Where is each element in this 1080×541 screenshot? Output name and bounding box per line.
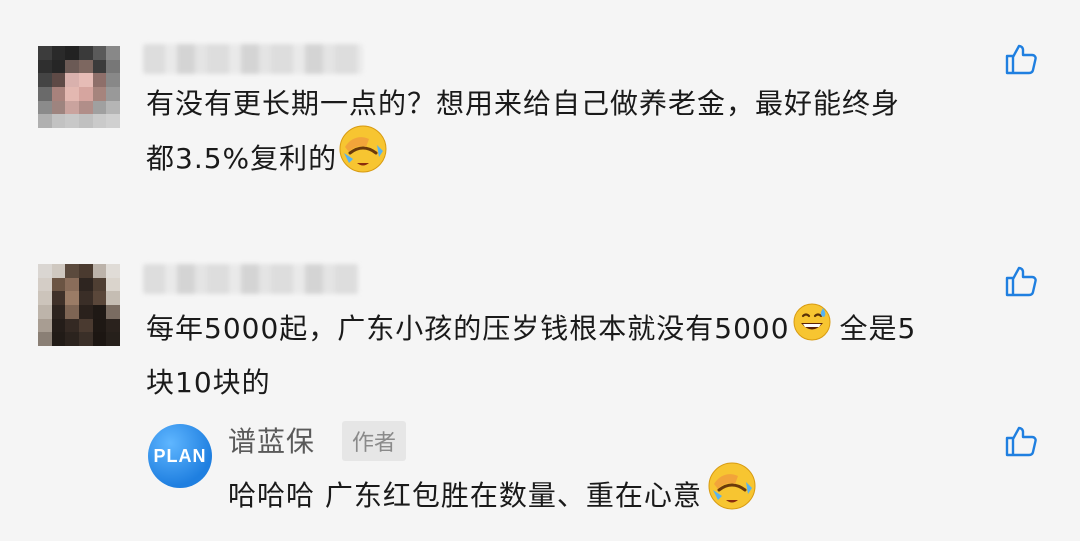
reply-text-content: 哈哈哈 广东红包胜在数量、重在心意: [228, 479, 702, 512]
comment-line: 都3.5%复利的: [146, 125, 900, 191]
comment-line-text: 全是5: [839, 312, 917, 345]
facepalm-crying-emoji-icon: [706, 460, 758, 528]
author-avatar[interactable]: PLAN: [148, 424, 212, 488]
comment-line-text: 每年5000起，广东小孩的压岁钱根本就没有5000: [146, 312, 790, 345]
grin-sweat-emoji-icon: [792, 302, 832, 358]
comment-line-text: 都3.5%复利的: [146, 142, 338, 175]
comment-line: 有没有更长期一点的？想用来给自己做养老金，最好能终身: [146, 87, 901, 120]
author-badge: 作者: [342, 421, 407, 461]
author-name[interactable]: 谱蓝保: [228, 420, 315, 460]
thumbs-up-icon[interactable]: [1004, 424, 1038, 458]
facepalm-crying-emoji-icon: [337, 123, 389, 191]
comment-text: 每年5000起，广东小孩的压岁钱根本就没有5000 全是5 块10块的: [146, 302, 916, 408]
thumbs-up-icon[interactable]: [1004, 264, 1038, 298]
username-blurred[interactable]: [143, 264, 359, 294]
avatar[interactable]: [38, 264, 120, 346]
avatar[interactable]: [38, 46, 120, 128]
thumbs-up-icon[interactable]: [1004, 42, 1038, 76]
comment-text: 有没有更长期一点的？想用来给自己做养老金，最好能终身 都3.5%复利的: [146, 79, 900, 191]
reply-text: 哈哈哈 广东红包胜在数量、重在心意: [228, 462, 758, 528]
username-blurred[interactable]: [143, 44, 363, 74]
comment-line: 每年5000起，广东小孩的压岁钱根本就没有5000 全是5: [146, 302, 916, 358]
comment-line: 块10块的: [146, 366, 271, 399]
